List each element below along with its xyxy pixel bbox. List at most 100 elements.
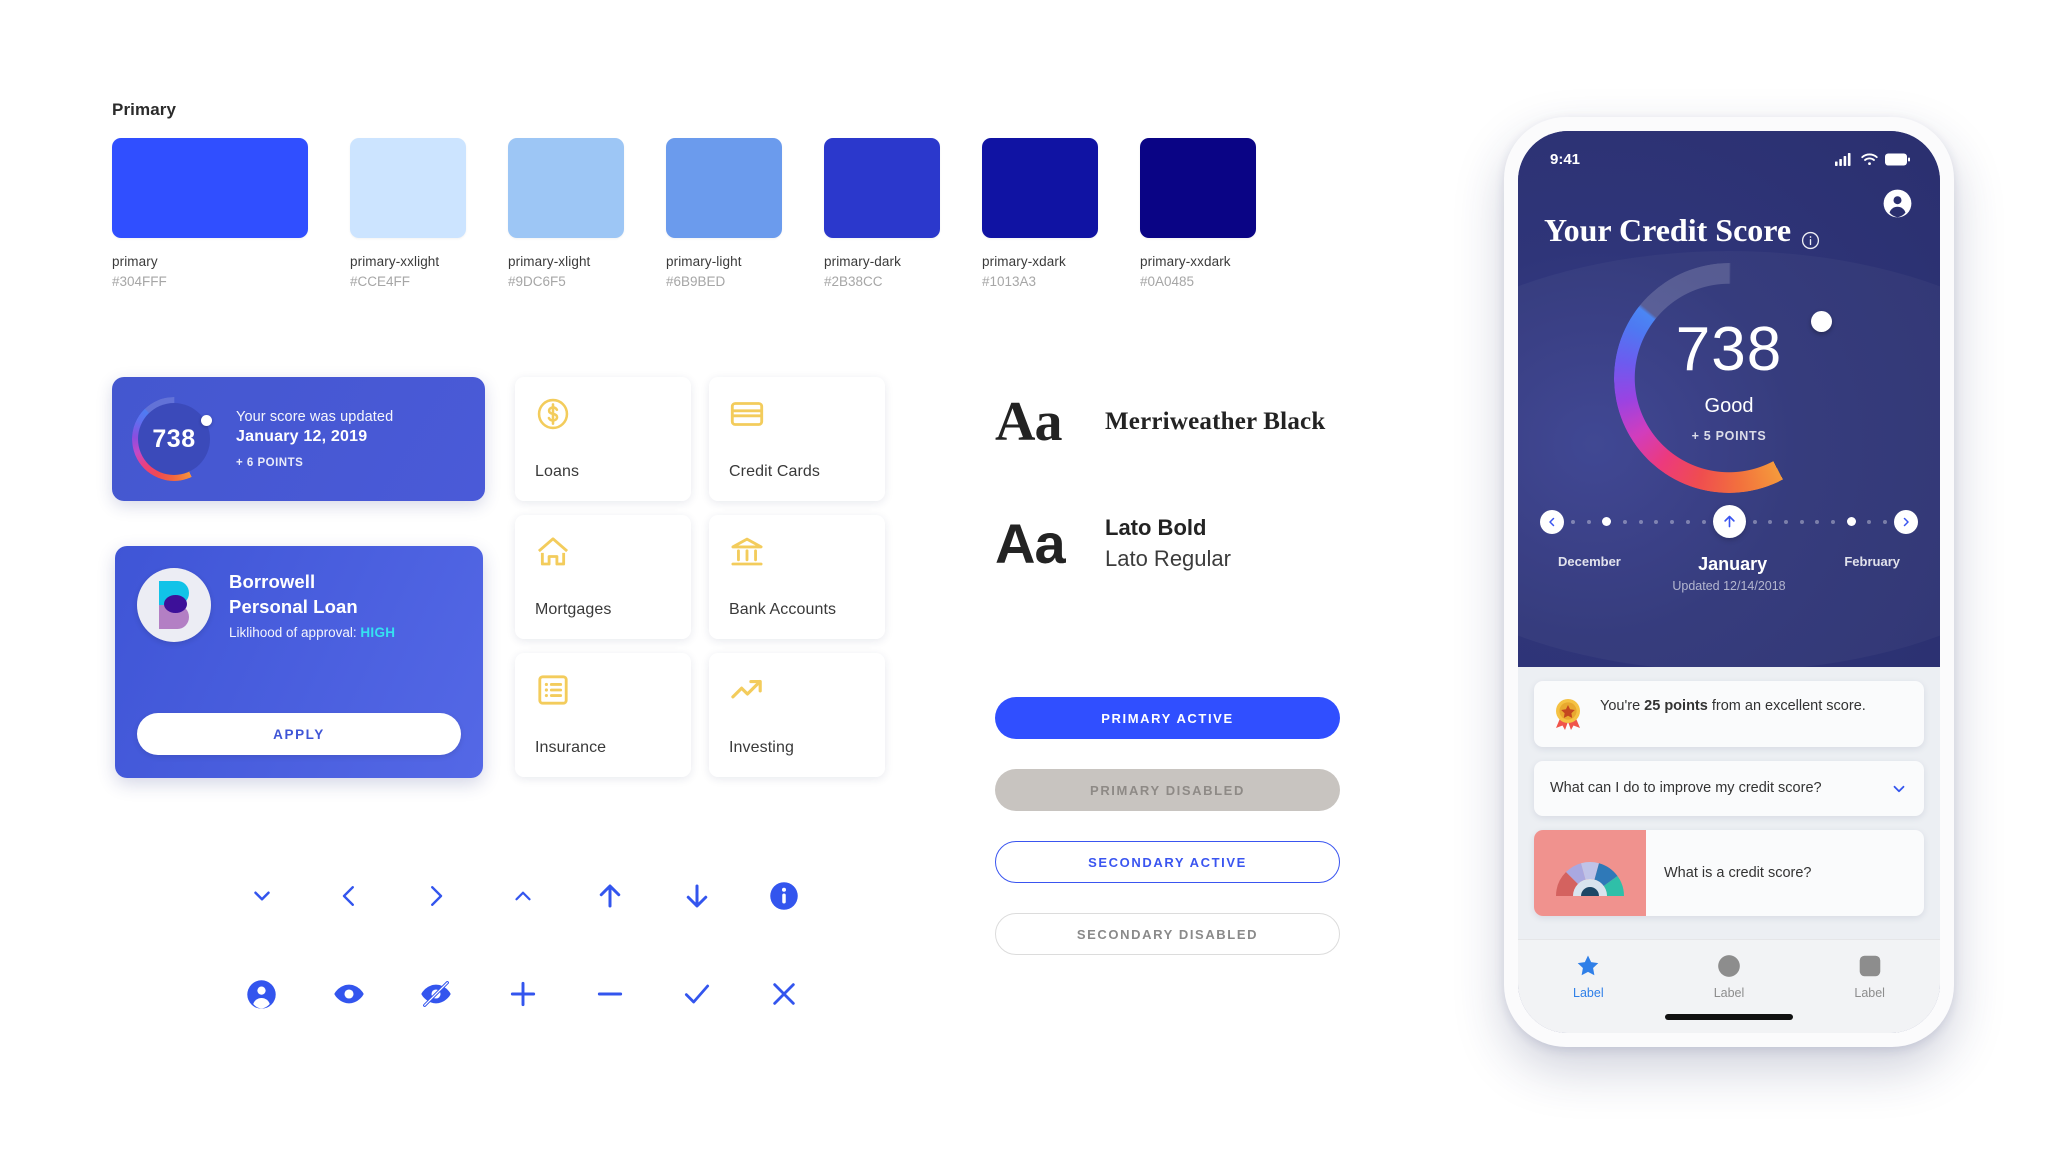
apply-button[interactable]: APPLY — [137, 713, 461, 755]
page-title: Your Credit Score — [1544, 212, 1792, 248]
month-previous[interactable]: December — [1558, 554, 1621, 575]
loan-card-header: Borrowell Personal Loan Liklihood of app… — [137, 568, 461, 642]
article-title: What is a credit score? — [1664, 865, 1812, 882]
category-tile-label: Loans — [535, 463, 580, 480]
list-document-icon — [535, 672, 571, 708]
score-card-text: Your score was updated January 12, 2019 … — [236, 409, 393, 469]
category-tile-investing[interactable]: Investing — [709, 653, 885, 777]
gauge-score-value: 738 — [1675, 315, 1783, 384]
score-update-card[interactable]: 738 Your score was updated January 12, 2… — [112, 377, 485, 501]
color-swatch-primary-dark: primary-dark #2B38CC — [824, 138, 940, 289]
score-updated-label: Your score was updated — [236, 409, 394, 425]
color-palette-section: Primary primary #304FFF primary-xxlight #CC… — [112, 100, 1256, 289]
star-icon — [1575, 953, 1601, 979]
credit-card-icon — [729, 396, 765, 432]
loan-likelihood-value: HIGH — [360, 625, 396, 641]
eye-icon[interactable] — [305, 974, 392, 1014]
eye-off-icon[interactable] — [392, 974, 479, 1014]
icon-row-actions — [218, 974, 827, 1014]
plus-icon[interactable] — [479, 974, 566, 1014]
info-prefix: You're — [1600, 698, 1645, 714]
color-swatch-primary-xlight: primary-xlight #9DC6F5 — [508, 138, 624, 289]
color-swatch-primary: primary #304FFF — [112, 138, 308, 289]
sans-bold-name: Lato Bold — [1105, 515, 1207, 540]
secondary-active-button[interactable]: SECONDARY ACTIVE — [995, 841, 1340, 883]
tab-item-2[interactable]: Label — [1659, 953, 1800, 1000]
trending-up-icon — [729, 672, 765, 708]
swatch-chip-primary-xxlight — [350, 138, 466, 238]
check-icon[interactable] — [653, 974, 740, 1014]
timeline-dot-december — [1602, 517, 1612, 526]
chevron-down-icon[interactable] — [218, 876, 305, 916]
swatch-chip-primary-light — [666, 138, 782, 238]
swatch-chip-primary — [112, 138, 308, 238]
timeline-prev-button[interactable] — [1540, 509, 1564, 534]
timeline-dot-february — [1846, 517, 1856, 526]
month-next[interactable]: February — [1844, 554, 1900, 575]
swatch-name: primary-xxdark — [1140, 254, 1231, 269]
serif-font-name: Merriweather Black — [1105, 408, 1326, 435]
timeline-current-marker[interactable] — [1712, 505, 1746, 538]
loan-offer-card[interactable]: Borrowell Personal Loan Liklihood of app… — [115, 546, 483, 778]
category-tile-mortgages[interactable]: Mortgages — [515, 515, 691, 639]
tab-label-3: Label — [1854, 986, 1885, 1000]
info-circle-icon[interactable] — [740, 876, 827, 916]
sans-font-names: Lato Bold Lato Regular — [1105, 515, 1231, 572]
arrow-up-icon[interactable] — [566, 876, 653, 916]
chevron-up-icon[interactable] — [479, 876, 566, 916]
tab-label-2: Label — [1713, 986, 1745, 1000]
title-info-icon[interactable] — [1801, 221, 1820, 250]
chevron-left-icon[interactable] — [305, 876, 392, 916]
typography-serif-row: Aa Merriweather Black — [995, 390, 1325, 454]
arrow-down-icon[interactable] — [653, 876, 740, 916]
tab-item-3[interactable]: Label — [1799, 953, 1940, 1000]
bank-icon — [729, 534, 765, 570]
swatch-name: primary-xlight — [508, 254, 591, 269]
swatch-chip-primary-xxdark — [1140, 138, 1256, 238]
donut-chart-thumbnail-icon — [1556, 862, 1624, 897]
category-tile-label: Bank Accounts — [729, 601, 837, 618]
dollar-circle-icon — [535, 396, 571, 432]
gauge-delta-points: + 5 POINTS — [1691, 429, 1767, 443]
mini-gauge-marker-dot — [201, 415, 212, 426]
faq-accordion-item[interactable]: What can I do to improve my credit score… — [1534, 761, 1924, 817]
wifi-icon — [1861, 153, 1878, 165]
chevron-right-icon[interactable] — [392, 876, 479, 916]
mini-score-gauge: 738 — [132, 397, 216, 481]
loan-details: Borrowell Personal Loan Liklihood of app… — [229, 568, 395, 640]
swatch-name: primary-light — [666, 254, 742, 269]
square-icon — [1857, 953, 1883, 979]
minus-icon[interactable] — [566, 974, 653, 1014]
borrowell-logo-icon — [137, 568, 211, 642]
home-indicator — [1665, 1014, 1793, 1020]
status-bar-icons — [1835, 153, 1910, 166]
category-tile-credit-cards[interactable]: Credit Cards — [709, 377, 885, 501]
score-delta-points: + 6 POINTS — [236, 457, 304, 469]
close-icon[interactable] — [740, 974, 827, 1014]
swatch-hex: #0A0485 — [1140, 274, 1195, 289]
credit-score-hero: 9:41 Your Credit Score 738 Good + 5 POIN… — [1518, 131, 1940, 671]
category-tile-label: Investing — [729, 739, 794, 756]
swatch-hex: #CCE4FF — [350, 274, 411, 289]
primary-active-button[interactable]: PRIMARY ACTIVE — [995, 697, 1340, 739]
category-tile-bank-accounts[interactable]: Bank Accounts — [709, 515, 885, 639]
swatch-hex: #304FFF — [112, 274, 167, 289]
category-tile-loans[interactable]: Loans — [515, 377, 691, 501]
article-card[interactable]: What is a credit score? — [1534, 830, 1924, 917]
points-to-excellent-card: You're 25 points from an excellent score… — [1534, 681, 1924, 747]
category-tile-insurance[interactable]: Insurance — [515, 653, 691, 777]
button-states-section: PRIMARY ACTIVE PRIMARY DISABLED SECONDAR… — [995, 697, 1340, 985]
timeline-track-right — [1746, 517, 1895, 526]
loan-product: Personal Loan — [229, 595, 358, 617]
month-current[interactable]: January — [1698, 554, 1767, 575]
account-circle-icon[interactable] — [218, 974, 305, 1014]
timeline-next-button[interactable] — [1894, 509, 1918, 534]
design-system-board: Primary primary #304FFF primary-xxlight #CC… — [0, 0, 2046, 1152]
tab-item-1[interactable]: Label — [1518, 953, 1659, 1000]
status-bar-time: 9:41 — [1550, 151, 1581, 168]
chevron-down-icon[interactable] — [1890, 780, 1908, 798]
tab-label-1: Label — [1573, 986, 1604, 1000]
gauge-center-content: 738 Good + 5 POINTS — [1614, 263, 1844, 493]
color-swatch-primary-xxlight: primary-xxlight #CCE4FF — [350, 138, 466, 289]
swatch-chip-primary-dark — [824, 138, 940, 238]
